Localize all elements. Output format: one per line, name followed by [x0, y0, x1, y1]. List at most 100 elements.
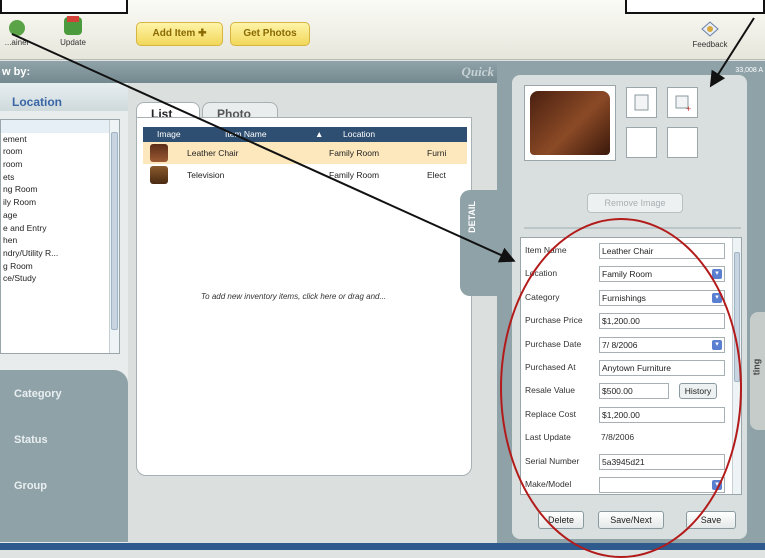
view-by-bar: w by: Quick: [0, 61, 497, 83]
location-item[interactable]: hen: [1, 234, 119, 247]
field-input[interactable]: Family Room ▾: [599, 266, 725, 283]
add-item-button[interactable]: Add Item ✚: [136, 22, 223, 46]
chevron-down-icon[interactable]: ▾: [712, 339, 722, 350]
field-label: Category: [525, 291, 560, 302]
field-row: Category Furnishings ▾: [521, 287, 733, 311]
item-location-cell: Family Room: [329, 148, 380, 158]
field-row: Replace Cost $1,200.00: [521, 404, 733, 428]
item-category-cell: Elect: [427, 170, 446, 180]
field-value: Anytown Furniture: [602, 363, 671, 373]
location-item[interactable]: age: [1, 209, 119, 222]
scroll-thumb[interactable]: [111, 132, 118, 330]
group-group[interactable]: Group: [14, 480, 47, 492]
item-photo[interactable]: [524, 85, 616, 161]
scroll-thumb[interactable]: [734, 252, 740, 382]
location-item[interactable]: ement: [1, 133, 119, 146]
location-item[interactable]: ng Room: [1, 183, 119, 196]
image-slot[interactable]: [626, 127, 657, 158]
location-item[interactable]: room: [1, 145, 119, 158]
location-list[interactable]: ement room room ets ng Room ily Room age e and …: [0, 119, 120, 354]
svg-text:+: +: [686, 104, 691, 114]
column-item-name[interactable]: Item Name: [225, 127, 267, 142]
location-item[interactable]: room: [1, 158, 119, 171]
chevron-down-icon[interactable]: ▾: [712, 269, 722, 280]
field-input[interactable]: Furnishings ▾: [599, 289, 725, 306]
column-location[interactable]: Location: [343, 127, 375, 142]
item-location-cell: Family Room: [329, 170, 380, 180]
item-name-cell: Leather Chair: [187, 148, 239, 158]
history-button[interactable]: History: [679, 383, 717, 400]
item-category-cell: Furni: [427, 148, 447, 158]
field-input[interactable]: Leather Chair: [599, 243, 725, 259]
feedback-icon: [701, 21, 719, 37]
item-thumbnail: [150, 144, 168, 162]
divider: [524, 227, 741, 229]
add-image-slot[interactable]: +: [667, 87, 698, 118]
side-rail-tab[interactable]: ting: [750, 312, 765, 430]
location-item[interactable]: ndry/Utility R...: [1, 247, 119, 260]
callout-box-left: [0, 0, 128, 14]
location-scrollbar[interactable]: [109, 120, 119, 353]
location-item[interactable]: ets: [1, 171, 119, 184]
field-value: $1,200.00: [602, 409, 640, 420]
table-row[interactable]: Television Family Room Elect: [143, 164, 467, 186]
location-item[interactable]: ily Room: [1, 196, 119, 209]
field-row: Location Family Room ▾: [521, 263, 733, 287]
save-next-button[interactable]: Save/Next: [598, 511, 664, 529]
delete-button[interactable]: Delete: [538, 511, 584, 529]
field-input[interactable]: $1,200.00: [599, 406, 725, 423]
field-input[interactable]: Anytown Furniture: [599, 360, 725, 376]
image-plus-icon: +: [675, 95, 691, 114]
field-value: 7/ 8/2006: [602, 339, 638, 350]
location-item[interactable]: e and Entry: [1, 222, 119, 235]
add-image-slot[interactable]: [626, 87, 657, 118]
main-content: List Photo Image Item Name ▲ Location Le…: [128, 83, 497, 543]
quick-search-label[interactable]: Quick: [462, 61, 495, 83]
items-panel: Image Item Name ▲ Location Leather Chair…: [136, 117, 472, 476]
column-image[interactable]: Image: [157, 127, 181, 142]
image-add-icon: [634, 94, 649, 111]
fields-scrollbar[interactable]: [732, 238, 741, 494]
item-name-cell: Television: [187, 170, 225, 180]
field-label: Location: [525, 268, 558, 279]
update-icon: [64, 16, 82, 35]
view-by-label: w by:: [2, 66, 31, 78]
image-slot[interactable]: [667, 127, 698, 158]
trainer-button[interactable]: ...ainer: [2, 18, 32, 47]
detail-side-tab[interactable]: DETAIL ITEM: [452, 190, 502, 296]
location-item[interactable]: g Room: [1, 260, 119, 273]
location-header[interactable]: Location: [0, 83, 128, 111]
detail-fields: Item Name Leather Chair Location Family Roo…: [520, 237, 742, 495]
field-value: Furnishings: [602, 292, 646, 303]
chevron-down-icon[interactable]: ▾: [712, 292, 722, 303]
feedback-button[interactable]: Feedback: [690, 18, 730, 49]
get-photos-button[interactable]: Get Photos: [230, 22, 310, 46]
location-item[interactable]: [1, 120, 119, 133]
detail-tab-label: DETAIL: [466, 201, 477, 233]
field-row: Make/Model ▾: [521, 474, 733, 498]
field-input[interactable]: $500.00: [599, 383, 669, 400]
field-value: Leather Chair: [602, 246, 654, 256]
field-input[interactable]: 5a3945d21: [599, 453, 725, 470]
side-rail-label: ting: [751, 358, 762, 376]
remove-image-button[interactable]: Remove Image: [587, 193, 683, 213]
field-input[interactable]: 7/ 8/2006 ▾: [599, 336, 725, 353]
field-input[interactable]: ▾: [599, 477, 725, 493]
sort-arrow-icon[interactable]: ▲: [315, 127, 323, 142]
field-label: Item Name: [525, 245, 567, 255]
toolbar: ...ainer Update Add Item ✚ Get Photos Fe…: [0, 0, 765, 60]
location-item[interactable]: ce/Study: [1, 272, 119, 285]
corner-text: 33,008 A: [735, 67, 763, 74]
update-button[interactable]: Update: [56, 14, 90, 47]
field-value: Family Room: [602, 269, 653, 280]
field-row: Last Update 7/8/2006: [521, 427, 733, 451]
table-row[interactable]: Leather Chair Family Room Furni: [143, 142, 467, 164]
save-button[interactable]: Save: [686, 511, 736, 529]
field-label: Last Update: [525, 432, 571, 443]
group-pane: Category Status Group: [0, 370, 128, 542]
chevron-down-icon[interactable]: ▾: [712, 480, 722, 490]
category-group[interactable]: Category: [14, 388, 62, 400]
add-items-hint[interactable]: To add new inventory items, click here o…: [201, 292, 386, 301]
status-group[interactable]: Status: [14, 434, 48, 446]
field-input[interactable]: $1,200.00: [599, 313, 725, 330]
